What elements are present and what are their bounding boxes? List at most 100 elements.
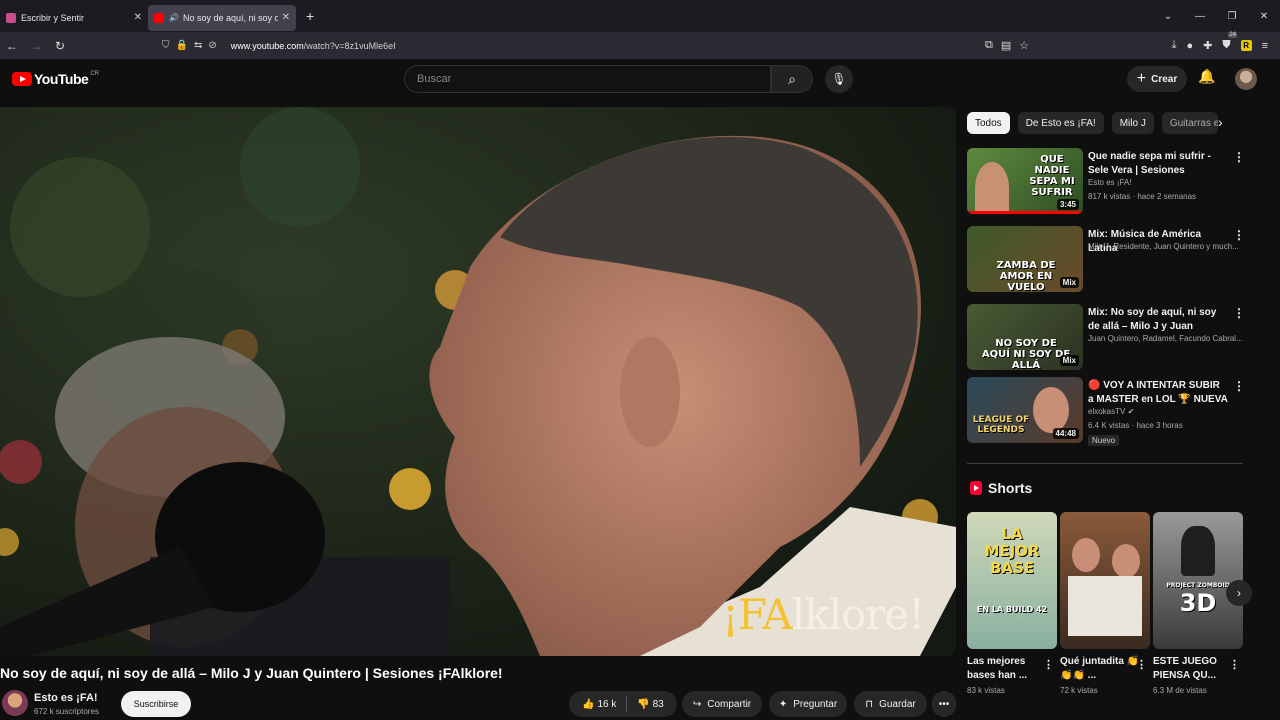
new-tab-button[interactable]: + [306, 8, 314, 24]
permissions-icon[interactable]: ⇆ [194, 40, 202, 51]
more-options-icon[interactable]: ⋮ [1043, 658, 1054, 671]
divider [967, 463, 1243, 464]
short-item[interactable]: LA MEJOR BASE EN LA BUILD 42 Las mejores… [967, 512, 1057, 695]
short-item[interactable]: PROJECT ZOMBOID 3D ESTE JUEGO PIENSA QU.… [1153, 512, 1243, 695]
mix-label: Mix [1059, 277, 1079, 288]
short-title[interactable]: Qué juntadita 👏👏👏 ... [1060, 655, 1140, 683]
video-duration: 44:48 [1052, 428, 1079, 439]
chip-todos[interactable]: Todos [967, 112, 1010, 134]
back-icon[interactable]: ← [0, 39, 24, 53]
mix-label: Mix [1059, 355, 1079, 366]
search-input[interactable]: Buscar [404, 65, 771, 93]
ask-button[interactable]: ✦ Preguntar [769, 691, 847, 717]
short-item[interactable]: Qué juntadita 👏👏👏 ... 72 k vistas ⋮ [1060, 512, 1150, 695]
youtube-logo[interactable]: YouTube CR [12, 71, 99, 87]
speaker-icon[interactable]: 🔊 [169, 13, 179, 22]
tab-label: No soy de aquí, ni soy de allá [182, 12, 278, 23]
picture-in-picture-icon[interactable]: ⧉ [985, 39, 993, 52]
chevron-right-icon: › [1237, 586, 1241, 600]
video-title[interactable]: Que nadie sepa mi sufrir - Sele Vera | S… [1088, 150, 1228, 178]
like-dislike-pill: 👍 16 k 👎 83 [569, 691, 677, 717]
recommendation-item[interactable]: ZAMBA DE AMOR EN VUELO Mix Mix: Música d… [967, 226, 1247, 296]
youtube-header: YouTube CR Buscar ⌕ 🎙 + Crear 🔔 [0, 59, 1280, 99]
more-options-icon[interactable]: ⋮ [1229, 658, 1240, 671]
reader-view-icon[interactable]: ▤ [1001, 39, 1011, 52]
shorts-next-button[interactable]: › [1226, 580, 1252, 606]
menu-icon[interactable]: ≡ [1262, 40, 1268, 52]
autoplay-blocked-icon[interactable]: ⊘ [208, 40, 216, 51]
recommendation-item[interactable]: QUE NADIE SEPA MI SUFRIR 3:45 Que nadie … [967, 148, 1247, 218]
browser-tab-escribir[interactable]: Escribir y Sentir ✕ [0, 5, 148, 31]
forward-icon[interactable]: → [24, 39, 48, 53]
channel-names: Juan Quintero, Radamel, Facundo Cabral..… [1088, 334, 1243, 343]
maximize-icon[interactable]: ❐ [1216, 11, 1248, 22]
url-text[interactable]: www.youtube.com/watch?v=8z1vuMle6eI [231, 41, 396, 51]
browser-tab-youtube[interactable]: 🔊 No soy de aquí, ni soy de allá ✕ [148, 4, 296, 31]
sparkle-icon: ✦ [778, 698, 788, 710]
short-title[interactable]: Las mejores bases han ... [967, 655, 1047, 683]
share-button[interactable]: ↪ Compartir [682, 691, 762, 717]
youtube-favicon-icon [154, 12, 164, 23]
channel-name[interactable]: Esto es ¡FA! [34, 692, 98, 704]
r-extension-icon[interactable]: R [1240, 40, 1252, 51]
bookmark-icon: ⊓ [865, 698, 874, 710]
video-stats: 817 k vistas · hace 2 semanas [1088, 192, 1197, 201]
short-thumbnail[interactable] [1060, 512, 1150, 649]
short-thumbnail[interactable]: LA MEJOR BASE EN LA BUILD 42 [967, 512, 1057, 649]
video-thumbnail[interactable]: LEAGUE OF LEGENDS 44:48 [967, 377, 1083, 443]
shield-icon[interactable]: ⛉ [162, 40, 170, 51]
ublock-extension-icon[interactable]: ⛊ 24 [1222, 32, 1238, 52]
voice-search-button[interactable]: 🎙 [825, 65, 853, 93]
more-options-icon[interactable]: ⋮ [1233, 228, 1245, 242]
video-frame [0, 107, 956, 656]
more-options-icon[interactable]: ⋮ [1233, 306, 1245, 320]
search-button[interactable]: ⌕ [771, 65, 813, 93]
video-thumbnail[interactable]: ZAMBA DE AMOR EN VUELO Mix [967, 226, 1083, 292]
chip-channel[interactable]: De Esto es ¡FA! [1017, 112, 1104, 134]
video-player[interactable] [0, 107, 956, 656]
more-options-icon[interactable]: ⋮ [1136, 658, 1147, 671]
new-badge: Nuevo [1088, 435, 1120, 446]
channel-avatar[interactable] [2, 690, 28, 716]
close-window-icon[interactable]: ✕ [1248, 11, 1280, 22]
save-button[interactable]: ⊓ Guardar [854, 691, 927, 717]
dislike-button[interactable]: 👎 83 [637, 699, 663, 710]
video-thumbnail[interactable]: QUE NADIE SEPA MI SUFRIR 3:45 [967, 148, 1083, 214]
reload-icon[interactable]: ↻ [48, 39, 72, 53]
downloads-icon[interactable]: ⤓ [1172, 39, 1177, 52]
create-button[interactable]: + Crear [1127, 66, 1187, 92]
chip-milo-j[interactable]: Milo J [1111, 112, 1154, 134]
filter-chips: Todos De Esto es ¡FA! Milo J Guitarras e [967, 112, 1218, 134]
recommendation-item[interactable]: LEAGUE OF LEGENDS 44:48 🔴 VOY A INTENTAR… [967, 377, 1247, 447]
close-tab-icon[interactable]: ✕ [134, 12, 142, 23]
video-stats: 6.4 K vistas · hace 3 horas [1088, 421, 1183, 430]
bookmark-star-icon[interactable]: ☆ [1019, 39, 1029, 52]
user-avatar[interactable] [1235, 68, 1257, 90]
more-actions-button[interactable]: ••• [932, 691, 956, 717]
video-title[interactable]: 🔴 VOY A INTENTAR SUBIR a MASTER en LOL 🏆… [1088, 379, 1228, 407]
like-button[interactable]: 👍 16 k [582, 699, 616, 710]
close-tab-icon[interactable]: ✕ [282, 12, 290, 23]
channel-name[interactable]: elxokasTV ✔ [1088, 407, 1243, 416]
short-thumbnail[interactable]: PROJECT ZOMBOID 3D [1153, 512, 1243, 649]
chips-next-icon[interactable]: › [1218, 114, 1223, 130]
notifications-bell-icon[interactable]: 🔔 [1198, 68, 1215, 85]
short-title[interactable]: ESTE JUEGO PIENSA QU... [1153, 655, 1233, 683]
more-options-icon[interactable]: ⋮ [1233, 379, 1245, 393]
extensions-icon[interactable]: ✚ [1203, 39, 1212, 52]
chip-guitarras[interactable]: Guitarras e [1161, 112, 1218, 134]
channel-name[interactable]: Esto es ¡FA! [1088, 178, 1243, 187]
tab-list-icon[interactable]: ⌄ [1152, 11, 1184, 22]
minimize-icon[interactable]: — [1184, 11, 1216, 22]
recommendation-item[interactable]: NO SOY DE AQUÍ NI SOY DE ALLÁ Mix Mix: N… [967, 304, 1247, 374]
tab-label: Escribir y Sentir [21, 12, 85, 23]
url-bar[interactable]: ⛉ 🔒 ⇆ ⊘ www.youtube.com/watch?v=8z1vuMle… [162, 40, 396, 51]
thumbs-down-icon: 👎 [637, 698, 650, 710]
video-title: No soy de aquí, ni soy de allá – Milo J … [0, 665, 503, 681]
video-thumbnail[interactable]: NO SOY DE AQUÍ NI SOY DE ALLÁ Mix [967, 304, 1083, 370]
more-options-icon[interactable]: ⋮ [1233, 150, 1245, 164]
lock-icon[interactable]: 🔒 [176, 40, 188, 51]
account-icon[interactable]: ● [1186, 40, 1193, 52]
subscribe-button[interactable]: Suscribirse [121, 691, 191, 717]
video-title[interactable]: Mix: No soy de aquí, ni soy de allá – Mi… [1088, 306, 1228, 334]
